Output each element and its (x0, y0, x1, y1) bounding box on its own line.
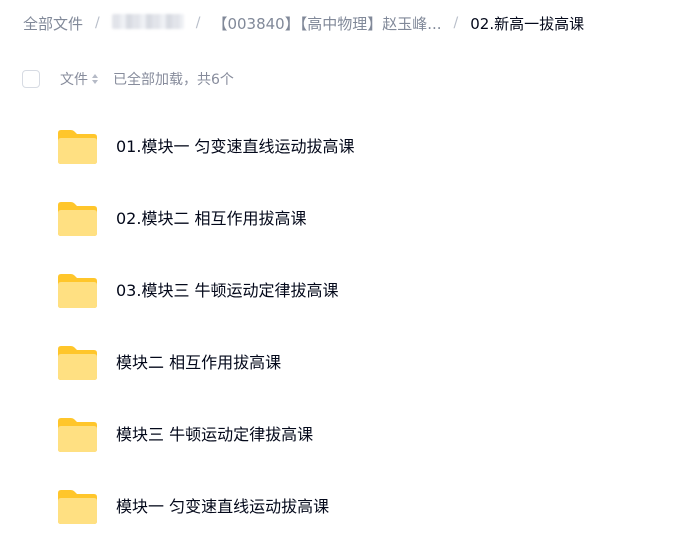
folder-icon (58, 202, 97, 236)
list-item[interactable]: 模块一 匀变速直线运动拔高课 (0, 472, 695, 542)
breadcrumb-separator: / (95, 15, 100, 31)
folder-icon (58, 418, 97, 452)
sort-icon (92, 74, 98, 84)
column-name-label: 文件 (60, 72, 88, 88)
list-item[interactable]: 模块三 牛顿运动定律拔高课 (0, 400, 695, 470)
sort-by-name-button[interactable]: 文件 (60, 69, 98, 89)
file-name: 模块二 相互作用拔高课 (116, 353, 282, 372)
breadcrumb-root[interactable]: 全部文件 (23, 13, 83, 34)
list-item[interactable]: 模块二 相互作用拔高课 (0, 328, 695, 398)
file-name: 03.模块三 牛顿运动定律拔高课 (116, 281, 339, 300)
file-name: 01.模块一 匀变速直线运动拔高课 (116, 137, 355, 156)
folder-icon (58, 490, 97, 524)
breadcrumb: 全部文件 / / 【003840】【高中物理】赵玉峰... / 02.新高一拔高… (23, 12, 584, 34)
breadcrumb-folder[interactable]: 【003840】【高中物理】赵玉峰... (212, 13, 441, 34)
list-item[interactable]: 01.模块一 匀变速直线运动拔高课 (0, 112, 695, 182)
file-name: 模块三 牛顿运动定律拔高课 (116, 425, 314, 444)
list-item[interactable]: 02.模块二 相互作用拔高课 (0, 184, 695, 254)
load-status: 已全部加载，共6个 (113, 72, 234, 88)
folder-icon (58, 346, 97, 380)
breadcrumb-separator: / (195, 15, 201, 31)
breadcrumb-current: 02.新高一拔高课 (470, 14, 585, 33)
folder-icon (58, 130, 97, 164)
folder-icon (58, 274, 97, 308)
file-name: 02.模块二 相互作用拔高课 (116, 209, 307, 228)
breadcrumb-separator: / (453, 15, 459, 31)
file-name: 模块一 匀变速直线运动拔高课 (116, 497, 330, 516)
list-header: 文件 已全部加载，共6个 (22, 68, 234, 90)
breadcrumb-redacted[interactable] (111, 13, 184, 33)
select-all-checkbox[interactable] (22, 70, 40, 88)
list-item[interactable]: 03.模块三 牛顿运动定律拔高课 (0, 256, 695, 326)
redacted-blur (111, 13, 184, 29)
